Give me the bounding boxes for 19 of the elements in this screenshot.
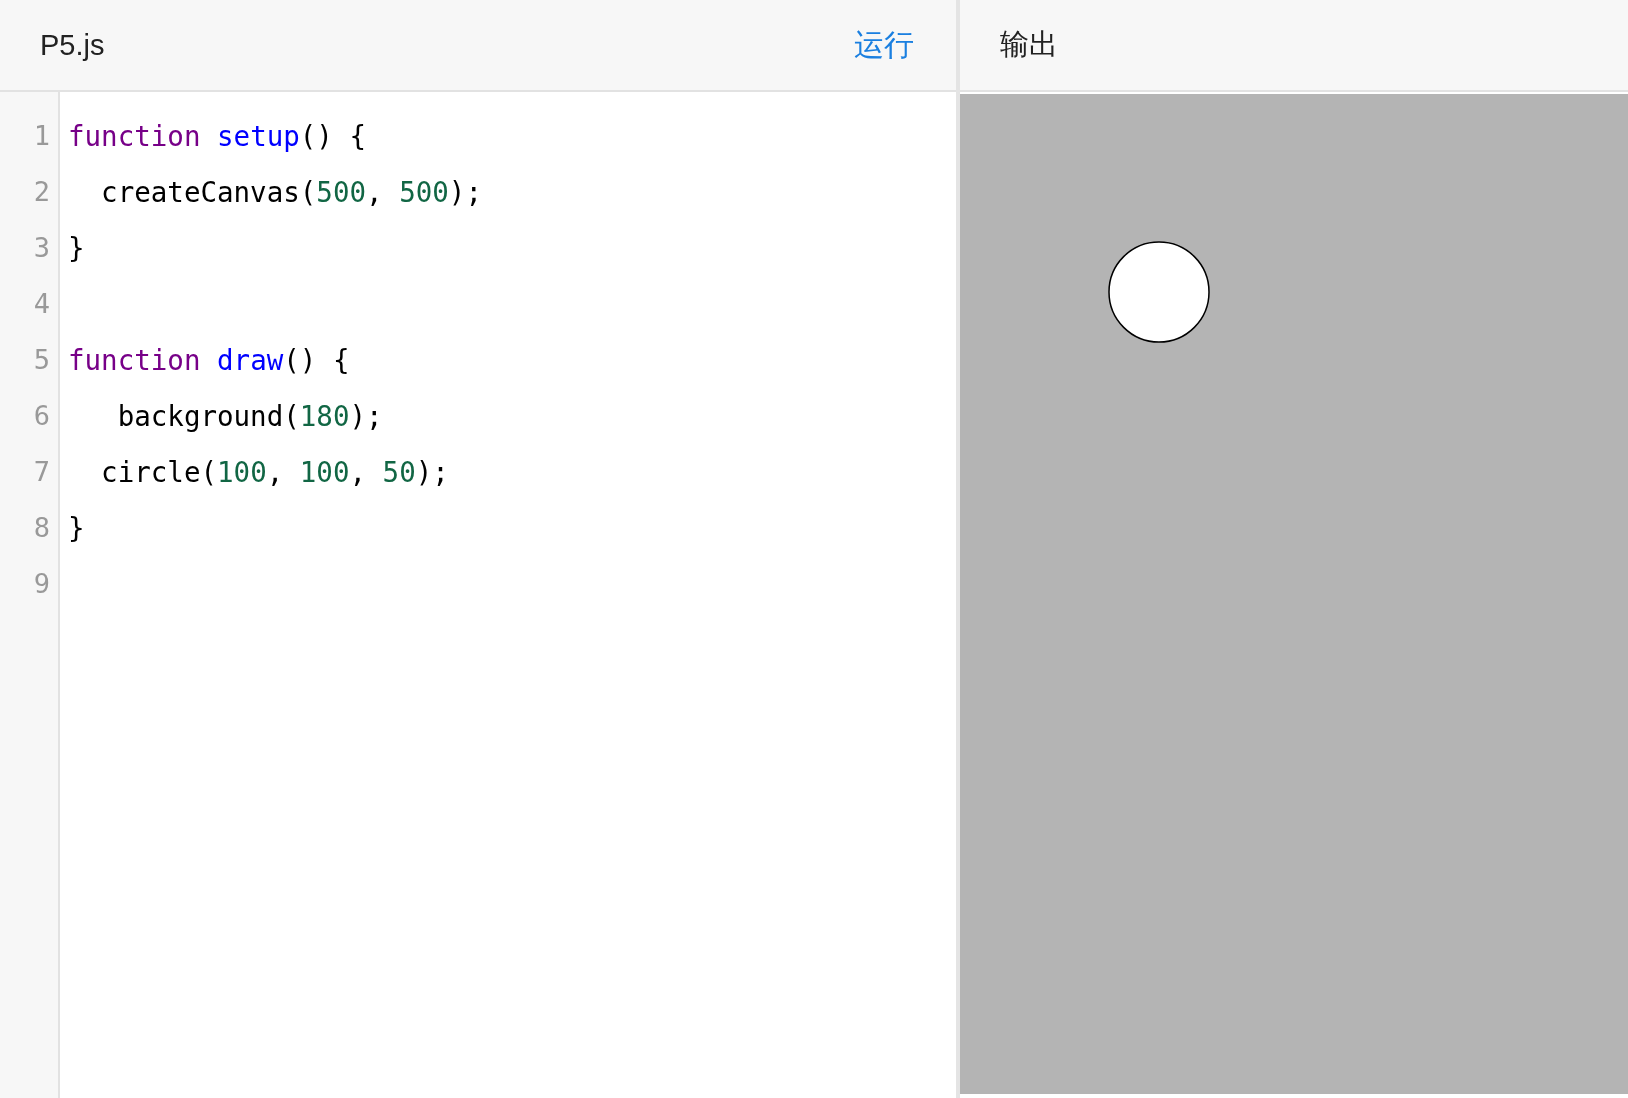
line-number: 2 xyxy=(32,175,51,209)
code-line: function setup() { xyxy=(68,119,368,154)
code-line: function draw() { xyxy=(68,343,351,378)
line-number: 1 xyxy=(32,119,51,153)
line-number: 4 xyxy=(32,287,51,321)
code-line: } xyxy=(68,231,86,266)
code-line: createCanvas(500, 500); xyxy=(100,175,483,210)
line-number: 8 xyxy=(32,511,51,545)
code-line: background(180); xyxy=(116,399,384,434)
code-line: } xyxy=(68,511,86,546)
line-number: 5 xyxy=(32,343,51,377)
output-title: 输出 xyxy=(1000,26,1058,63)
line-number: 7 xyxy=(32,455,51,489)
editor-title: P5.js xyxy=(40,28,105,62)
code-line: circle(100, 100, 50); xyxy=(100,455,450,490)
line-number: 6 xyxy=(32,399,51,433)
line-number: 9 xyxy=(32,567,51,601)
line-number: 3 xyxy=(32,231,51,265)
run-button[interactable]: 运行 xyxy=(854,24,914,66)
